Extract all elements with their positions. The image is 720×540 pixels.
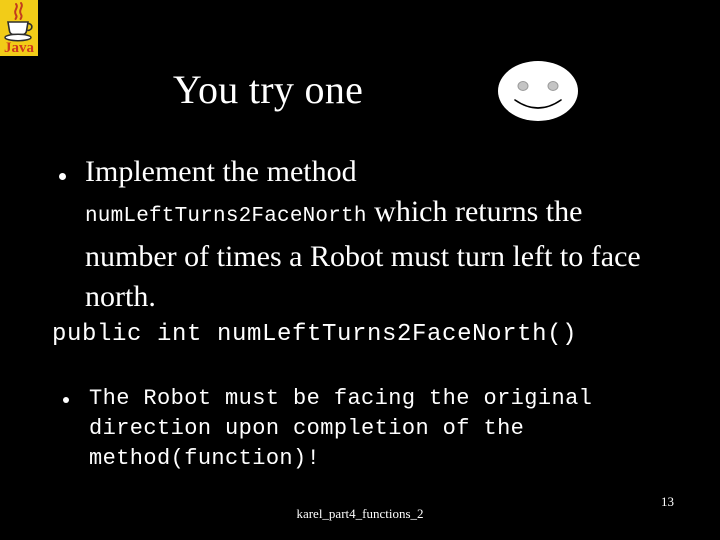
bullet-marker-icon (59, 173, 66, 180)
java-logo: Java (0, 0, 38, 56)
smiley-face-icon (497, 60, 579, 122)
svg-text:Java: Java (4, 40, 35, 56)
bullet-text-facing-original-direction: The Robot must be facing the original di… (89, 386, 593, 471)
slide-canvas: Java You try one Implement the method nu… (0, 0, 720, 540)
page-number: 13 (661, 494, 674, 509)
method-name-code: numLeftTurns2FaceNorth (85, 205, 367, 228)
slide-body: Implement the method numLeftTurns2FaceNo… (0, 152, 720, 471)
bullet-marker-icon-2 (63, 397, 69, 403)
bullet-text-implement-method: Implement the method numLeftTurns2FaceNo… (85, 152, 645, 317)
method-signature-code: public int numLeftTurns2FaceNorth() (52, 321, 578, 348)
bullet-lead-text: Implement the method (85, 155, 357, 188)
slide-title-text: You try one (172, 67, 364, 112)
java-logo-icon: Java (0, 0, 38, 56)
footer-label: karel_part4_functions_2 (296, 506, 424, 521)
bullet-item-implement-method: Implement the method numLeftTurns2FaceNo… (0, 152, 720, 317)
slide-title: You try one (0, 66, 720, 114)
